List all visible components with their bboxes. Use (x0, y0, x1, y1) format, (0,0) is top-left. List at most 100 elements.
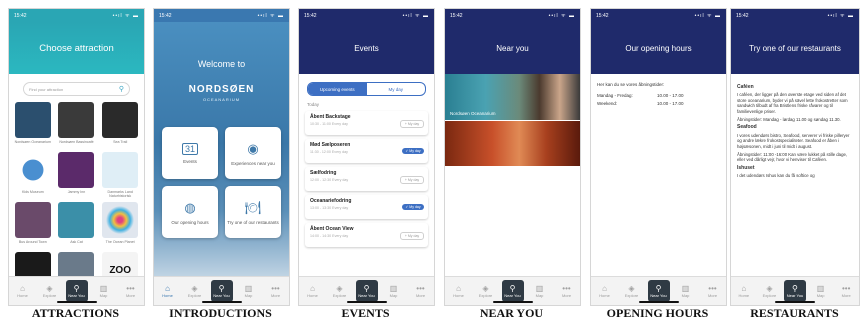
map-icon: ▥ (99, 284, 108, 293)
attraction-thumbnail (58, 252, 95, 277)
attraction-item[interactable]: Kids Museum (13, 152, 53, 198)
tab-map[interactable]: ▥ Map (383, 284, 405, 298)
explore-icon: ◈ (191, 284, 198, 293)
add-my-day-button[interactable]: ✓ My day (402, 148, 424, 154)
home-indicator (56, 301, 97, 303)
caption-restaurants: RESTAURANTS (750, 306, 839, 320)
attraction-item[interactable]: Jammy Inn (57, 152, 97, 198)
attraction-thumbnail (14, 152, 51, 188)
tab-near-you[interactable]: ⚲ Near You (647, 280, 670, 302)
tab-upcoming-events[interactable]: Upcoming events (308, 83, 367, 95)
tab-explore[interactable]: ◈ Explore (475, 284, 497, 298)
attractions-screen: 15:42 ••ıl ᯤ ▬ Choose attraction Find you… (8, 8, 145, 306)
tab-explore[interactable]: ◈ Explore (758, 284, 780, 298)
tab-map[interactable]: ▥ Map (810, 284, 832, 298)
explore-icon: ◈ (336, 284, 343, 293)
attraction-item[interactable]: ZOO (100, 252, 140, 277)
welcome-text: Welcome to (197, 59, 246, 69)
tab-more[interactable]: ••• More (265, 284, 287, 298)
tab-map[interactable]: ▥ Map (238, 284, 260, 298)
opening-hours-card[interactable]: ◍ Our opening hours (162, 186, 218, 238)
section-heading: Seafood (737, 124, 757, 131)
add-my-day-button[interactable]: + My day (400, 176, 424, 184)
restaurants-card[interactable]: 🍽 Try one of our restaurants (225, 186, 281, 238)
attraction-item[interactable]: Nordsøen Oceanarium (13, 102, 53, 148)
search-icon[interactable]: ⚲ (119, 85, 124, 93)
near-you-card[interactable]: Nordsøen Oceanarium (445, 74, 580, 120)
events-card[interactable]: 31 Events (162, 127, 218, 179)
attraction-item[interactable]: Bus Around Town (13, 202, 53, 248)
event-item[interactable]: Oceanariefodring 13:00 - 13:30 Every day ✓… (305, 195, 428, 219)
tab-home[interactable]: ⌂ Home (448, 284, 470, 298)
attraction-item[interactable]: Ask Cat (57, 202, 97, 248)
tab-more[interactable]: ••• More (702, 284, 724, 298)
explore-icon: ◈ (46, 284, 53, 293)
attraction-thumbnail (58, 202, 95, 238)
add-my-day-button[interactable]: ✓ My day (402, 204, 424, 210)
near-you-screen: 15:42 ••ıl ᯤ ▬ Near you Nordsøen Oceanari… (444, 8, 581, 306)
events-screen: 15:42 ••ıl ᯤ ▬ Events Upcoming events My … (298, 8, 435, 306)
tab-home[interactable]: ⌂ Home (157, 284, 179, 298)
tab-near-you[interactable]: ⚲ Near You (65, 280, 88, 302)
tab-near-you[interactable]: ⚲ Near You (501, 280, 524, 302)
calendar-icon: 31 (181, 142, 198, 155)
home-indicator (775, 301, 815, 303)
event-item[interactable]: Åbent Ocean View 14:00 - 14:30 Every day +… (305, 223, 428, 247)
location-icon: ⚲ (655, 284, 662, 293)
tab-near-you[interactable]: ⚲ Near You (210, 280, 233, 302)
attraction-thumbnail (58, 102, 95, 138)
tab-home[interactable]: ⌂ Home (302, 284, 324, 298)
add-my-day-button[interactable]: + My day (400, 120, 424, 128)
tab-explore[interactable]: ◈ Explore (621, 284, 643, 298)
tab-home[interactable]: ⌂ Home (594, 284, 616, 298)
event-item[interactable]: Sælfodring 12:00 - 12:30 Every day + My da… (305, 167, 428, 191)
page-title: Our opening hours (591, 22, 726, 74)
tab-near-you[interactable]: ⚲ Near You (355, 280, 378, 302)
caption-opening-hours: OPENING HOURS (606, 306, 709, 320)
hours-row: Weekend: 10.00 - 17.00 (597, 101, 684, 106)
hours-row: Mandag - Fredag: 10.00 - 17.00 (597, 93, 684, 98)
more-icon: ••• (841, 284, 851, 293)
attraction-item[interactable]: Danmarks Land Naturhistorisk (100, 152, 140, 198)
attraction-item[interactable]: Nordsøen Bassincafé (57, 102, 97, 148)
attraction-item[interactable]: Sea Trail (100, 102, 140, 148)
caption-events: EVENTS (341, 306, 390, 320)
experiences-card[interactable]: ◉ Experiences near you (225, 127, 281, 179)
tab-map[interactable]: ▥ Map (93, 284, 115, 298)
tab-more[interactable]: ••• More (410, 284, 432, 298)
tab-explore[interactable]: ◈ Explore (39, 284, 61, 298)
map-icon: ▥ (244, 284, 253, 293)
tab-more[interactable]: ••• More (120, 284, 142, 298)
tab-home[interactable]: ⌂ Home (12, 284, 34, 298)
search-input[interactable]: Find your attraction ⚲ (23, 82, 130, 96)
tab-explore[interactable]: ◈ Explore (184, 284, 206, 298)
explore-icon: ◈ (482, 284, 489, 293)
tab-my-day[interactable]: My day (367, 83, 426, 95)
page-title: Choose attraction (9, 22, 144, 74)
restaurants-content: Caféen I caféen, der ligger på den øvers… (731, 74, 859, 277)
more-icon: ••• (126, 284, 135, 293)
add-my-day-button[interactable]: + My day (400, 232, 424, 240)
attraction-item[interactable]: The Ocean Planet (100, 202, 140, 248)
tab-near-you[interactable]: ⚲ Near You (783, 280, 806, 302)
attraction-item[interactable] (13, 252, 53, 277)
home-icon: ⌂ (310, 284, 315, 293)
tab-home[interactable]: ⌂ Home (733, 284, 755, 298)
tab-more[interactable]: ••• More (556, 284, 578, 298)
globe-icon: ◍ (184, 199, 196, 215)
home-icon: ⌂ (20, 284, 25, 293)
tab-map[interactable]: ▥ Map (675, 284, 697, 298)
tab-more[interactable]: ••• More (835, 284, 857, 298)
tab-map[interactable]: ▥ Map (529, 284, 551, 298)
event-item[interactable]: Åbent Backstage 10:30 - 11:00 Every day + … (305, 111, 428, 135)
home-indicator (346, 301, 387, 303)
event-item[interactable]: Mød Sælposeren 11:30 - 12:00 Every day ✓ M… (305, 139, 428, 163)
attraction-item[interactable] (57, 252, 97, 277)
near-you-content: Nordsøen Oceanarium (445, 74, 580, 277)
near-you-card[interactable] (445, 121, 580, 166)
section-label: Today (307, 102, 320, 107)
tab-explore[interactable]: ◈ Explore (329, 284, 351, 298)
attraction-thumbnail (102, 152, 139, 188)
hours-content: Her kan du se vores åbningstider: Mandag… (591, 74, 726, 277)
home-icon: ⌂ (602, 284, 607, 293)
